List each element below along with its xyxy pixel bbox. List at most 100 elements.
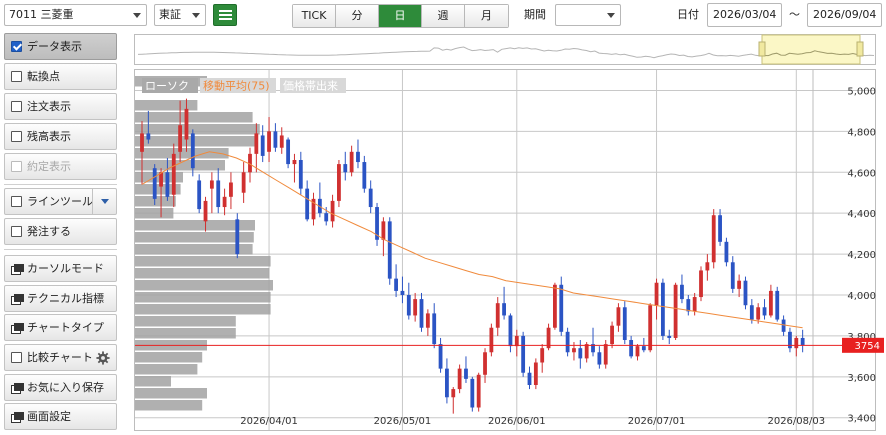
checkbox-icon[interactable] — [11, 196, 22, 207]
volume-profile-bar — [135, 208, 174, 219]
x-tick-label: 2026/07/01 — [628, 416, 686, 427]
volume-profile-bar — [135, 376, 171, 387]
date-from-input[interactable]: 2026/03/04 — [707, 3, 782, 27]
candle-body — [737, 280, 742, 289]
candle-body — [305, 188, 310, 220]
date-to-input[interactable]: 2026/09/04 — [807, 3, 882, 27]
gear-icon[interactable] — [96, 351, 110, 365]
range-handle-left[interactable] — [758, 41, 766, 57]
sidebar-item-label: お気に入り保存 — [27, 381, 104, 394]
balance-display-toggle[interactable]: 残高表示 — [4, 123, 117, 150]
overview-navigator[interactable] — [134, 34, 876, 65]
tab-day[interactable]: 日 — [379, 5, 422, 27]
data-display-toggle[interactable]: データ表示 — [4, 33, 117, 60]
candle-body — [514, 335, 519, 347]
list-icon — [219, 10, 232, 12]
tab-week[interactable]: 週 — [422, 5, 465, 27]
candle-body — [298, 160, 303, 189]
candle-body — [152, 168, 157, 199]
candle-body — [235, 219, 240, 255]
chart-type-button[interactable]: チャートタイプ — [4, 314, 117, 341]
candle-body — [622, 307, 627, 340]
turning-point-toggle[interactable]: 転換点 — [4, 63, 117, 90]
candle-body — [533, 362, 538, 385]
tab-minute[interactable]: 分 — [336, 5, 379, 27]
sidebar-item-label: 発注する — [27, 225, 71, 238]
compare-chart-toggle[interactable]: 比較チャート — [4, 344, 117, 371]
tab-tick[interactable]: TICK — [293, 5, 336, 27]
market-select[interactable]: 東証 — [154, 4, 206, 26]
execution-display-toggle[interactable]: 約定表示 — [4, 153, 117, 180]
tab-month[interactable]: 月 — [465, 5, 508, 27]
line-tool-toggle[interactable]: ラインツール — [4, 188, 117, 215]
candle-body — [686, 299, 691, 312]
volume-profile-bar — [135, 400, 203, 411]
candle-body — [629, 340, 634, 357]
candle-body — [705, 262, 710, 271]
candle-body — [565, 331, 570, 353]
candle-body — [438, 344, 443, 369]
candle-body — [292, 160, 297, 165]
x-tick-label: 2026/06/01 — [488, 416, 546, 427]
overview-range-window[interactable] — [761, 34, 861, 65]
date-label: 日付 — [677, 8, 699, 21]
candle-body — [648, 305, 653, 351]
candle-body — [489, 327, 494, 353]
candle-body — [495, 303, 500, 328]
volume-profile-bar — [135, 244, 253, 255]
sidebar-item-label: 残高表示 — [27, 130, 71, 143]
chevron-down-icon — [133, 13, 141, 18]
checkbox-icon[interactable] — [11, 71, 22, 82]
candle-body — [171, 153, 176, 195]
candle-body — [508, 315, 513, 347]
candle-body — [521, 335, 526, 373]
price-tag-text: 3754 — [855, 341, 880, 352]
candle-body — [445, 368, 449, 398]
candle-body — [762, 307, 767, 316]
checkbox-icon[interactable] — [11, 101, 22, 112]
screen-settings-button[interactable]: 画面設定 — [4, 403, 117, 430]
kikan-select[interactable] — [555, 4, 621, 26]
place-order-toggle[interactable]: 発注する — [4, 218, 117, 245]
save-favorite-button[interactable]: お気に入り保存 — [4, 374, 117, 401]
candle-body — [552, 284, 557, 328]
range-handle-right[interactable] — [856, 41, 864, 57]
checkbox-icon[interactable] — [11, 131, 22, 142]
market-select-value: 東証 — [159, 8, 181, 21]
candle-body — [451, 389, 456, 398]
line-tool-dropdown-button[interactable] — [92, 189, 116, 214]
candle-body — [387, 221, 392, 279]
candle-body — [800, 337, 805, 346]
cursor-mode-button[interactable]: カーソルモード — [4, 255, 117, 282]
candle-body — [749, 305, 754, 320]
date-separator: 〜 — [789, 8, 800, 21]
chart-area[interactable]: 5,000 4,800 4,600 4,400 4,200 4,000 3,800 3,600… — [134, 34, 884, 432]
order-display-toggle[interactable]: 注文表示 — [4, 93, 117, 120]
candle-body — [279, 135, 284, 148]
list-view-button[interactable] — [213, 4, 237, 26]
candle-body — [502, 303, 506, 316]
checkbox-icon[interactable] — [11, 226, 22, 237]
candle-body — [190, 133, 195, 169]
checkbox-checked-icon[interactable] — [11, 41, 22, 52]
candle-body — [616, 307, 621, 326]
volume-profile-bar — [135, 112, 253, 123]
window-icon — [11, 412, 24, 423]
candle-body — [476, 374, 481, 408]
candle-body — [527, 372, 532, 385]
window-icon — [11, 383, 24, 394]
candle-body — [209, 180, 214, 189]
technical-indicator-button[interactable]: テクニカル指標 — [4, 285, 117, 312]
candle-body — [343, 164, 348, 173]
candle-body — [699, 270, 703, 298]
candle-body — [711, 215, 716, 263]
sidebar-item-label: 転換点 — [27, 70, 60, 83]
window-icon — [11, 264, 24, 275]
symbol-select[interactable]: 7011 三菱重 — [4, 4, 147, 26]
candle-body — [667, 335, 672, 338]
checkbox-icon[interactable] — [11, 161, 22, 172]
volume-profile-bar — [135, 280, 273, 291]
checkbox-icon[interactable] — [11, 352, 22, 363]
candlestick-chart[interactable]: 5,0004,8004,6004,4004,2004,0003,8003,600… — [134, 34, 884, 432]
candle-body — [483, 352, 487, 375]
